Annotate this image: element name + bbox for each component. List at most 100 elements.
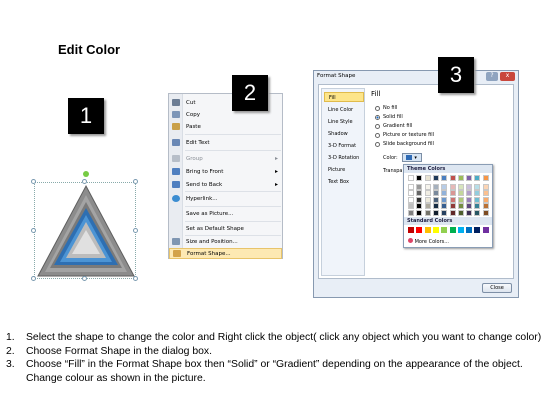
color-swatch[interactable] xyxy=(432,227,439,233)
color-swatch[interactable] xyxy=(432,190,439,196)
color-swatch[interactable] xyxy=(408,196,414,203)
color-swatch[interactable] xyxy=(482,196,489,203)
color-swatch[interactable] xyxy=(449,196,456,203)
color-swatch[interactable] xyxy=(466,227,473,233)
nav-item-shadow[interactable]: Shadow xyxy=(324,129,364,139)
menu-item-paste[interactable]: Paste xyxy=(169,121,282,132)
resize-handle[interactable] xyxy=(31,276,36,281)
color-swatch[interactable] xyxy=(408,175,414,181)
color-swatch[interactable] xyxy=(424,196,431,203)
menu-item-send-to-back[interactable]: Send to Back ▸ xyxy=(169,179,282,190)
close-button[interactable]: Close xyxy=(482,283,512,293)
color-swatch[interactable] xyxy=(474,196,481,203)
resize-handle[interactable] xyxy=(82,179,87,184)
resize-handle[interactable] xyxy=(31,179,36,184)
color-swatch[interactable] xyxy=(482,203,489,209)
color-swatch[interactable] xyxy=(474,209,481,216)
color-swatch[interactable] xyxy=(474,227,481,233)
color-swatch[interactable] xyxy=(441,227,448,233)
color-swatch[interactable] xyxy=(482,175,489,181)
color-swatch[interactable] xyxy=(482,227,489,233)
color-swatch[interactable] xyxy=(466,175,473,181)
nav-item-picture[interactable]: Picture xyxy=(324,165,364,175)
color-swatch[interactable] xyxy=(482,190,489,196)
color-swatch[interactable] xyxy=(466,183,473,190)
color-swatch[interactable] xyxy=(416,183,423,190)
color-swatch[interactable] xyxy=(449,175,456,181)
color-swatch[interactable] xyxy=(457,196,464,203)
color-swatch[interactable] xyxy=(466,203,473,209)
more-colors-link[interactable]: More Colors... xyxy=(408,238,449,245)
color-swatch[interactable] xyxy=(441,175,448,181)
color-picker-button[interactable]: ▾ xyxy=(401,153,422,162)
menu-item-size-and-position[interactable]: Size and Position... xyxy=(169,236,282,247)
resize-handle[interactable] xyxy=(133,228,138,233)
layered-triangle-shape[interactable] xyxy=(34,182,138,280)
resize-handle[interactable] xyxy=(31,228,36,233)
nav-item-fill[interactable]: Fill xyxy=(324,92,364,102)
color-swatch[interactable] xyxy=(408,183,414,190)
color-swatch[interactable] xyxy=(466,196,473,203)
option-picture-fill[interactable]: Picture or texture fill xyxy=(375,132,434,138)
color-swatch[interactable] xyxy=(457,175,464,181)
color-swatch[interactable] xyxy=(474,190,481,196)
color-swatch[interactable] xyxy=(416,175,423,181)
color-swatch[interactable] xyxy=(416,190,423,196)
color-swatch[interactable] xyxy=(457,227,464,233)
color-swatch[interactable] xyxy=(482,209,489,216)
color-swatch[interactable] xyxy=(457,203,464,209)
color-swatch[interactable] xyxy=(432,203,439,209)
color-swatch[interactable] xyxy=(449,203,456,209)
color-swatch[interactable] xyxy=(408,203,414,209)
color-swatch[interactable] xyxy=(432,196,439,203)
nav-item-line-style[interactable]: Line Style xyxy=(324,117,364,127)
option-no-fill[interactable]: No fill xyxy=(375,105,397,111)
menu-item-set-default-shape[interactable]: Set as Default Shape xyxy=(169,223,282,234)
color-swatch[interactable] xyxy=(424,183,431,190)
color-swatch[interactable] xyxy=(432,183,439,190)
color-swatch[interactable] xyxy=(441,196,448,203)
color-swatch[interactable] xyxy=(441,190,448,196)
nav-item-3d-format[interactable]: 3-D Format xyxy=(324,141,364,151)
color-swatch[interactable] xyxy=(449,183,456,190)
close-icon[interactable]: x xyxy=(500,72,515,81)
color-swatch[interactable] xyxy=(424,203,431,209)
color-swatch[interactable] xyxy=(424,227,431,233)
color-swatch[interactable] xyxy=(408,190,414,196)
resize-handle[interactable] xyxy=(82,276,87,281)
resize-handle[interactable] xyxy=(133,276,138,281)
color-swatch[interactable] xyxy=(441,209,448,216)
menu-item-bring-to-front[interactable]: Bring to Front ▸ xyxy=(169,166,282,177)
help-button[interactable]: ? xyxy=(486,72,498,81)
color-swatch[interactable] xyxy=(466,209,473,216)
color-swatch[interactable] xyxy=(482,183,489,190)
color-swatch[interactable] xyxy=(441,183,448,190)
menu-item-edit-text[interactable]: Edit Text xyxy=(169,137,282,148)
menu-item-format-shape[interactable]: Format Shape... xyxy=(169,248,282,259)
color-swatch[interactable] xyxy=(424,190,431,196)
option-solid-fill[interactable]: Solid fill xyxy=(375,114,403,120)
color-swatch[interactable] xyxy=(432,175,439,181)
resize-handle[interactable] xyxy=(133,179,138,184)
color-swatch[interactable] xyxy=(416,227,423,233)
color-swatch[interactable] xyxy=(424,175,431,181)
color-swatch[interactable] xyxy=(457,209,464,216)
color-swatch[interactable] xyxy=(474,175,481,181)
color-swatch[interactable] xyxy=(416,203,423,209)
nav-item-3d-rotation[interactable]: 3-D Rotation xyxy=(324,153,364,163)
color-swatch[interactable] xyxy=(449,227,456,233)
color-swatch[interactable] xyxy=(474,183,481,190)
color-swatch[interactable] xyxy=(449,190,456,196)
color-swatch[interactable] xyxy=(441,203,448,209)
color-swatch[interactable] xyxy=(457,183,464,190)
color-swatch[interactable] xyxy=(449,209,456,216)
color-swatch[interactable] xyxy=(416,196,423,203)
color-swatch[interactable] xyxy=(474,203,481,209)
option-slide-background-fill[interactable]: Slide background fill xyxy=(375,141,434,147)
nav-item-line-color[interactable]: Line Color xyxy=(324,105,364,115)
color-swatch[interactable] xyxy=(424,209,431,216)
option-gradient-fill[interactable]: Gradient fill xyxy=(375,123,412,129)
nav-item-text-box[interactable]: Text Box xyxy=(324,177,364,187)
menu-item-hyperlink[interactable]: Hyperlink... xyxy=(169,193,282,204)
color-swatch[interactable] xyxy=(432,209,439,216)
